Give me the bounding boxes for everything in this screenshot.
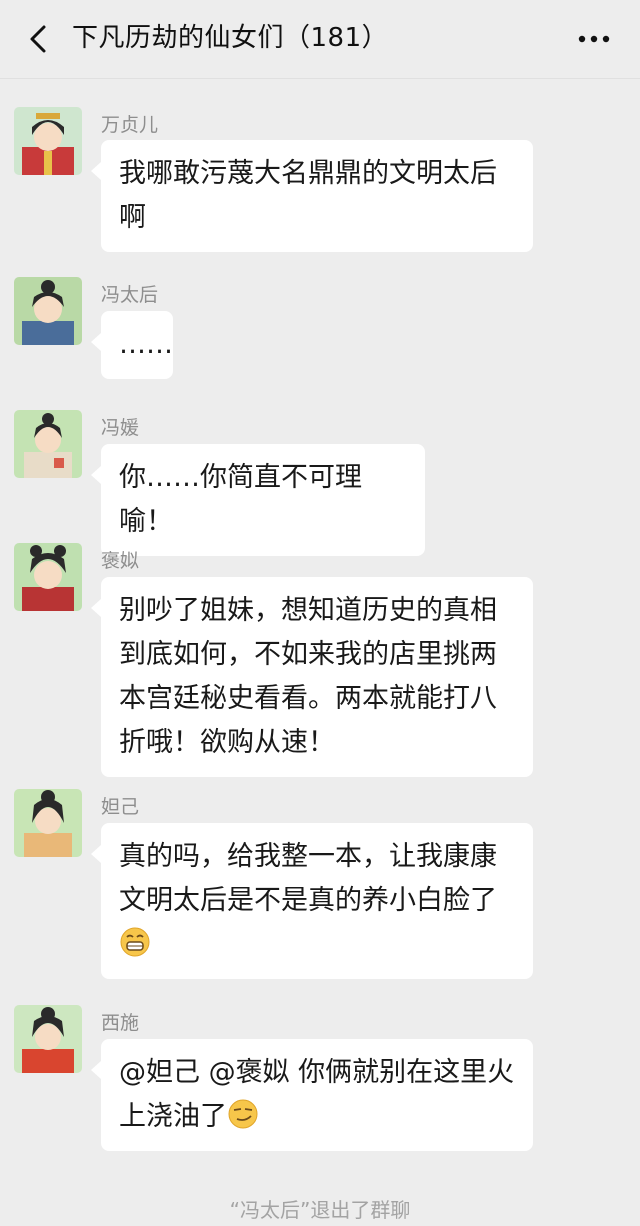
sender-name: 冯太后 xyxy=(101,284,159,306)
message-text: 别吵了姐妹，想知道历史的真相到底如何，不如来我的店里挑两本宫廷秘史看看。两本就能… xyxy=(119,595,497,758)
avatar[interactable] xyxy=(14,543,82,611)
message-bubble[interactable]: 别吵了姐妹，想知道历史的真相到底如何，不如来我的店里挑两本宫廷秘史看看。两本就能… xyxy=(91,577,533,777)
sender-name: 妲己 xyxy=(101,796,140,818)
avatar[interactable] xyxy=(14,277,82,345)
message-bubble[interactable]: @妲己 @褒姒 你俩就别在这里火上浇油了 xyxy=(91,1039,533,1151)
chat-header: 下凡历劫的仙女们（181） xyxy=(0,0,640,79)
avatar[interactable] xyxy=(14,789,82,857)
message-bubble[interactable]: …… xyxy=(91,311,173,379)
sender-name: 冯媛 xyxy=(101,417,140,439)
avatar[interactable] xyxy=(14,107,82,175)
chat-title: 下凡历劫的仙女们（181） xyxy=(72,23,389,53)
message-text: 你……你简直不可理喻！ xyxy=(119,462,362,537)
sender-name: 褒姒 xyxy=(101,550,140,572)
message-text: …… xyxy=(119,329,173,360)
message-text: 真的吗，给我整一本，让我康康文明太后是不是真的养小白脸了 xyxy=(119,841,497,916)
message-bubble[interactable]: 你……你简直不可理喻！ xyxy=(91,444,425,556)
message-text: 我哪敢污蔑大名鼎鼎的文明太后啊 xyxy=(119,158,497,233)
avatar[interactable] xyxy=(14,410,82,478)
system-notice: “冯太后”退出了群聊 xyxy=(229,1198,411,1222)
smirk-emoji-icon xyxy=(228,1099,258,1129)
message-bubble[interactable]: 真的吗，给我整一本，让我康康文明太后是不是真的养小白脸了 xyxy=(91,823,533,979)
sender-name: 西施 xyxy=(101,1012,140,1034)
message-text: @妲己 @褒姒 你俩就别在这里火上浇油了 xyxy=(119,1057,515,1132)
more-dots-icon[interactable] xyxy=(574,22,614,56)
avatar[interactable] xyxy=(14,1005,82,1073)
grin-emoji-icon xyxy=(120,927,150,957)
message-bubble[interactable]: 我哪敢污蔑大名鼎鼎的文明太后啊 xyxy=(91,140,533,252)
chevron-left-icon[interactable] xyxy=(22,22,56,56)
sender-name: 万贞儿 xyxy=(101,114,159,136)
